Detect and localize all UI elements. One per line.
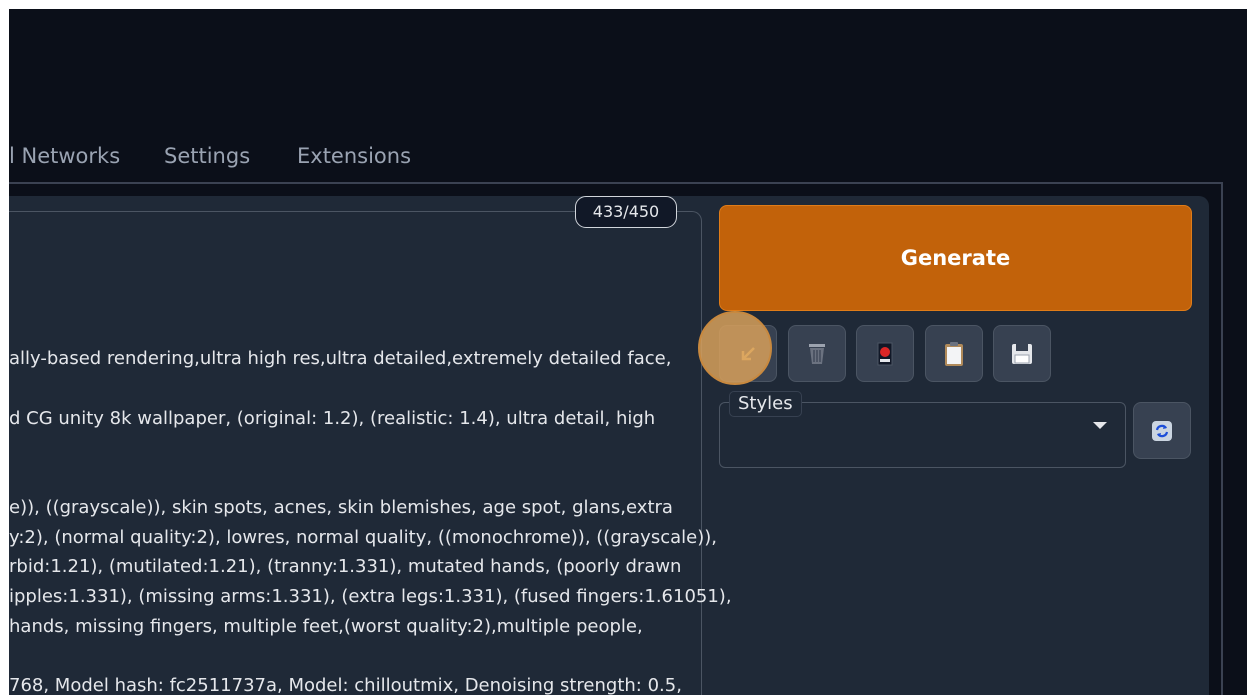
clear-prompt-button[interactable] — [788, 325, 846, 382]
tab-divider — [9, 182, 1223, 184]
prompt-line: ally-based rendering,ultra high res,ultr… — [9, 348, 672, 369]
negative-prompt-line: e)), ((grayscale)), skin spots, acnes, s… — [9, 497, 673, 518]
trash-icon — [809, 343, 825, 364]
click-highlight — [698, 311, 772, 385]
negative-prompt-line: y:2), (normal quality:2), lowres, normal… — [9, 527, 717, 548]
tab-divider-right — [1221, 182, 1223, 695]
apply-style-button[interactable] — [925, 325, 983, 382]
red-card-icon — [877, 342, 893, 365]
refresh-styles-button[interactable] — [1133, 402, 1191, 459]
app-frame: l Networks Settings Extensions 433/450 a… — [9, 9, 1247, 695]
styles-label: Styles — [729, 391, 802, 417]
generate-button[interactable]: Generate — [719, 205, 1192, 311]
tab-settings[interactable]: Settings — [164, 144, 250, 168]
tab-extra-networks[interactable]: l Networks — [9, 144, 120, 168]
save-disk-icon — [1012, 343, 1032, 364]
prompt-line: d CG unity 8k wallpaper, (original: 1.2)… — [9, 408, 656, 429]
negative-prompt-line: hands, missing fingers, multiple feet,(w… — [9, 616, 643, 637]
chevron-down-icon[interactable] — [1093, 422, 1107, 429]
refresh-icon — [1152, 420, 1172, 441]
negative-prompt-line: rbid:1.21), (mutilated:1.21), (tranny:1.… — [9, 556, 682, 577]
token-counter: 433/450 — [575, 196, 677, 228]
clipboard-icon — [945, 341, 963, 366]
tab-extensions[interactable]: Extensions — [297, 144, 411, 168]
save-style-button[interactable] — [993, 325, 1051, 382]
generation-info-line: 768, Model hash: fc2511737a, Model: chil… — [9, 675, 682, 695]
show-extra-networks-button[interactable] — [856, 325, 914, 382]
negative-prompt-line: ipples:1.331), (missing arms:1.331), (ex… — [9, 586, 732, 607]
